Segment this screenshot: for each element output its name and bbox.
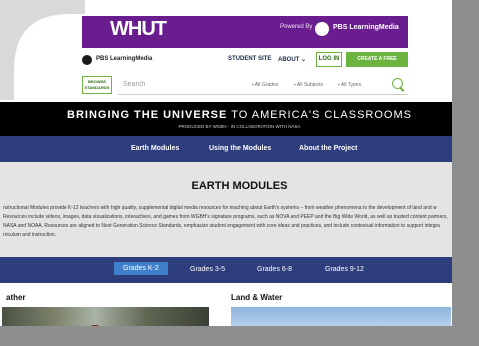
powered-by-label: Powered By xyxy=(280,24,313,30)
browse-standards-button[interactable]: BROWSE STANDARDS xyxy=(82,76,112,94)
hero-banner: BRINGING THE UNIVERSE TO AMERICA'S CLASS… xyxy=(0,102,479,136)
device-frame xyxy=(0,326,479,346)
page: WHUT Powered By PBS LearningMedia PBS Le… xyxy=(0,0,479,346)
brand-link[interactable]: PBS LearningMedia xyxy=(96,56,152,62)
site-nav: PBS LearningMedia STUDENT SITE ABOUT ⌄ L… xyxy=(82,50,408,77)
hero-title: BRINGING THE UNIVERSE TO AMERICA'S CLASS… xyxy=(67,109,412,121)
chevron-down-icon: ⌄ xyxy=(301,57,307,63)
about-menu[interactable]: ABOUT ⌄ xyxy=(278,56,306,63)
intro-section: EARTH MODULES nstructional Modules provi… xyxy=(0,162,479,257)
pbs-logo-icon xyxy=(82,55,92,65)
filter-subjects[interactable]: ▪ All Subjects xyxy=(294,82,323,88)
student-site-link[interactable]: STUDENT SITE xyxy=(228,56,271,62)
intro-line: Resources include videos, images, data v… xyxy=(3,214,448,220)
filter-types[interactable]: ▪ All Types xyxy=(338,82,361,88)
search-icon[interactable] xyxy=(392,78,403,89)
intro-line: rriculum and instruction. xyxy=(3,232,57,238)
pbs-logo-icon xyxy=(315,22,329,36)
search-placeholder[interactable]: Search xyxy=(123,81,145,88)
tab-grades-k-2[interactable]: Grades K-2 xyxy=(114,262,168,275)
nav-using-modules[interactable]: Using the Modules xyxy=(209,145,271,152)
main-nav: Earth Modules Using the Modules About th… xyxy=(0,136,479,162)
tab-grades-6-8[interactable]: Grades 6-8 xyxy=(257,266,292,273)
hero-subtitle: PRODUCED BY WGBH · IN COLLABORATION WITH… xyxy=(178,124,301,129)
login-button[interactable]: LOG IN xyxy=(316,52,342,67)
tab-grades-3-5[interactable]: Grades 3-5 xyxy=(190,266,225,273)
intro-paragraph: nstructional Modules provide K-12 teache… xyxy=(3,204,475,240)
device-frame xyxy=(452,0,479,346)
tab-grades-9-12[interactable]: Grades 9-12 xyxy=(325,266,364,273)
search-field[interactable]: Search ▪ All Grades ▪ All Subjects ▪ All… xyxy=(118,76,408,95)
top-banner: WHUT Powered By PBS LearningMedia xyxy=(82,16,408,48)
nav-earth-modules[interactable]: Earth Modules xyxy=(131,145,179,152)
intro-line: NASA and NOAA. Resources are aligned to … xyxy=(3,223,440,229)
section-title-weather[interactable]: ather xyxy=(6,293,26,302)
section-title-land-water[interactable]: Land & Water xyxy=(231,293,282,302)
filter-grades[interactable]: ▪ All Grades xyxy=(252,82,278,88)
grade-tabs: Grades K-2 Grades 3-5 Grades 6-8 Grades … xyxy=(0,257,479,283)
whut-logo[interactable]: WHUT xyxy=(110,18,167,41)
pbs-learningmedia-link[interactable]: PBS LearningMedia xyxy=(333,24,399,31)
intro-line: nstructional Modules provide K-12 teache… xyxy=(3,205,437,211)
search-row: BROWSE STANDARDS Search ▪ All Grades ▪ A… xyxy=(82,76,408,96)
create-account-button[interactable]: CREATE A FREE ACCOUNT xyxy=(346,52,408,77)
page-title: EARTH MODULES xyxy=(191,180,288,192)
nav-about-project[interactable]: About the Project xyxy=(299,145,357,152)
